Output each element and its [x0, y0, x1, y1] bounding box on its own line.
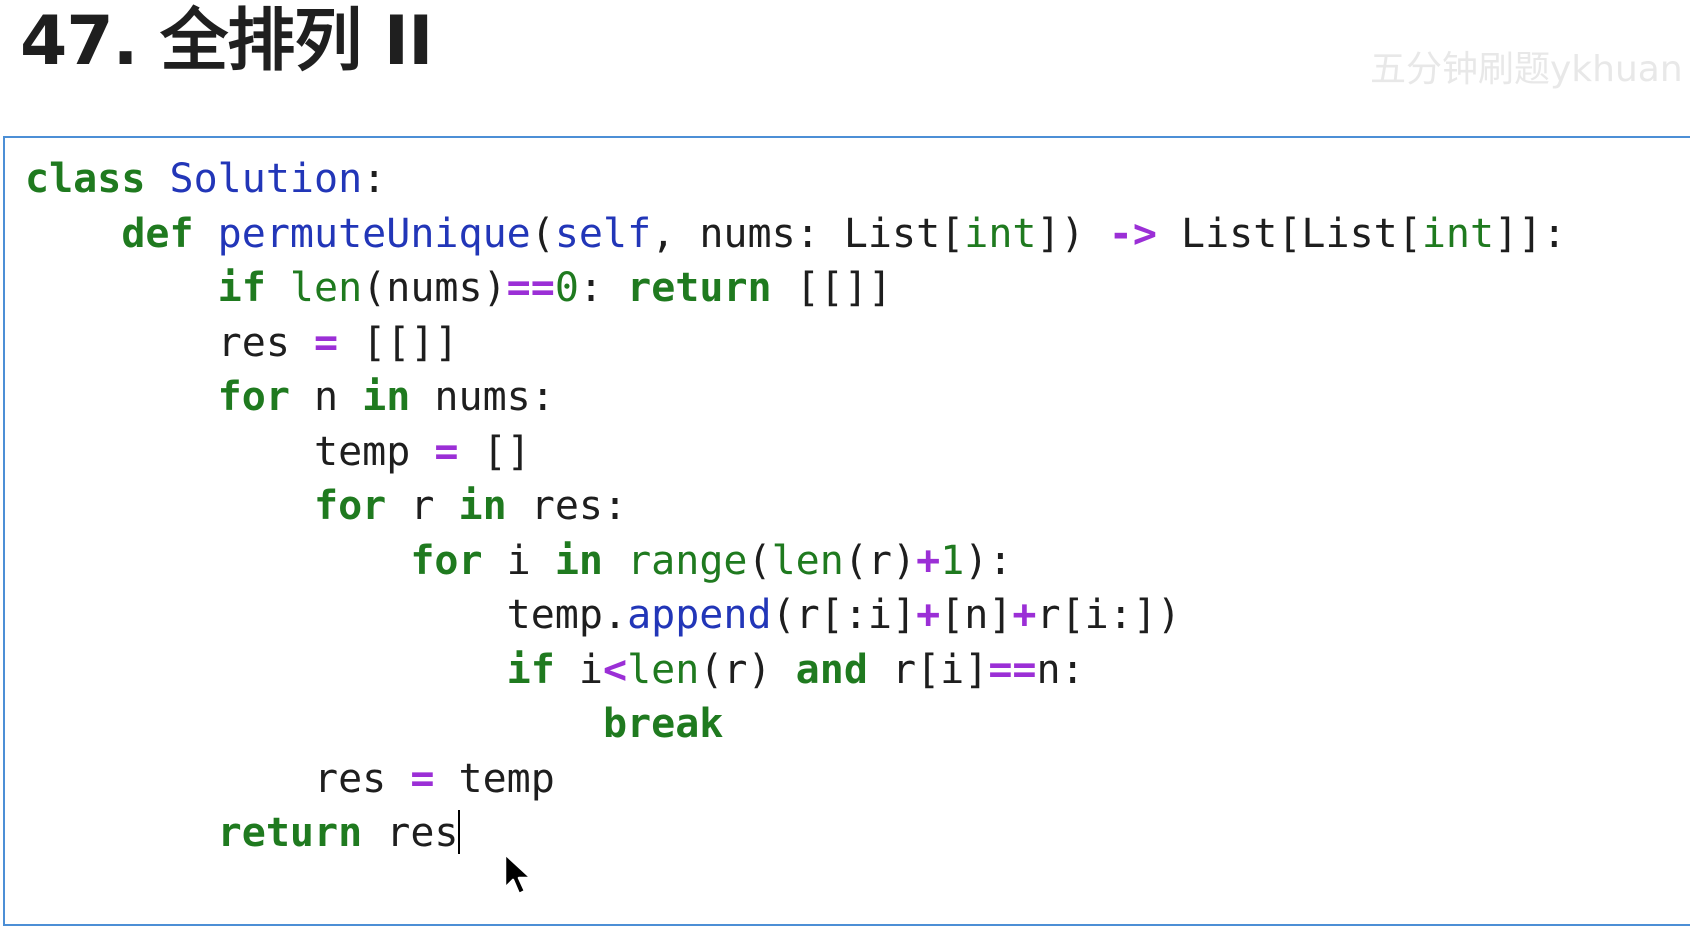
code-token: List[List[ [1156, 210, 1422, 257]
code-token: temp. [25, 592, 628, 638]
code-token: i [554, 646, 603, 693]
code-token: (nums) [362, 265, 507, 311]
code-line[interactable]: break [25, 697, 1566, 752]
code-token: def [121, 210, 194, 257]
code-line[interactable]: res = temp [25, 752, 1566, 807]
page-title: 47. 全排列 II [20, 2, 433, 81]
code-line[interactable]: temp = [] [25, 425, 1566, 480]
code-token: len [771, 537, 844, 584]
code-line[interactable]: return res [25, 806, 1566, 861]
code-line[interactable]: for n in nums: [25, 370, 1566, 425]
code-token: , nums: List[ [651, 210, 965, 257]
code-line[interactable]: if i<len(r) and r[i]==n: [25, 643, 1566, 698]
code-token: + [1012, 592, 1037, 638]
code-token: int [964, 210, 1037, 257]
code-token: Solution [169, 156, 363, 202]
code-token: == [506, 265, 555, 311]
code-token: if [217, 265, 266, 311]
code-token: in [458, 483, 507, 529]
code-token: in [554, 537, 603, 584]
code-token: = [410, 755, 435, 802]
code-token: == [988, 646, 1037, 693]
code-area[interactable]: class Solution: def permuteUnique(self, … [25, 152, 1566, 861]
code-token: n [289, 374, 363, 420]
code-line[interactable]: for r in res: [25, 479, 1566, 534]
code-token: [] [458, 428, 531, 475]
code-token: ]]: [1494, 210, 1567, 257]
code-token: + [916, 592, 941, 638]
code-token: -> [1108, 210, 1157, 257]
code-token: r [386, 483, 459, 529]
code-token: = [313, 319, 339, 366]
code-token: append [627, 592, 772, 638]
code-token: res [362, 810, 459, 856]
code-token: class [25, 156, 146, 202]
code-line[interactable]: temp.append(r[:i]+[n]+r[i:]) [25, 588, 1566, 643]
code-token: [[]] [338, 319, 459, 366]
code-line[interactable]: def permuteUnique(self, nums: List[int])… [25, 207, 1566, 262]
code-line[interactable]: if len(nums)==0: return [[]] [25, 261, 1566, 316]
code-token: n: [1036, 646, 1085, 693]
code-token: : [578, 265, 628, 311]
code-token: 0 [554, 265, 579, 311]
code-token: temp [25, 428, 435, 475]
code-token: return [217, 810, 363, 856]
code-token: (r[:i] [771, 592, 917, 638]
code-token: temp [434, 755, 555, 802]
code-line[interactable]: class Solution: [25, 152, 1566, 207]
code-token: ]) [1036, 210, 1109, 257]
code-token: len [289, 265, 363, 311]
code-token: for [313, 483, 387, 529]
code-token: (r) [699, 646, 796, 693]
mouse-pointer-arrow-icon [503, 852, 533, 896]
code-token: [n] [940, 592, 1013, 638]
code-token: res: [506, 483, 628, 529]
code-token: : [362, 156, 387, 202]
code-token: (r) [843, 537, 917, 584]
code-token: ( [530, 210, 555, 257]
code-line[interactable]: for i in range(len(r)+1): [25, 534, 1566, 589]
code-token: and [795, 646, 868, 693]
code-token: len [627, 646, 700, 693]
code-token: range [627, 537, 748, 584]
code-token: for [217, 374, 290, 420]
code-token: res [25, 755, 411, 802]
code-token: [[]] [771, 265, 893, 311]
code-token: 1 [940, 537, 965, 584]
code-editor[interactable]: class Solution: def permuteUnique(self, … [3, 136, 1690, 926]
code-token: = [434, 428, 459, 475]
watermark: 五分钟刷题ykhuan [1370, 49, 1683, 90]
code-token: r[i:]) [1036, 592, 1182, 638]
code-token: permuteUnique [217, 210, 531, 257]
code-token: for [410, 537, 483, 584]
code-token: ): [964, 537, 1013, 584]
code-token: < [602, 646, 628, 693]
code-token: nums: [410, 374, 555, 420]
code-token: r[i] [867, 646, 989, 693]
code-token: res [25, 319, 314, 366]
code-line[interactable]: res = [[]] [25, 316, 1566, 371]
code-token: ( [747, 537, 772, 584]
code-token: break [602, 701, 724, 747]
code-token: i [482, 537, 555, 584]
code-token: if [506, 646, 555, 693]
code-token: + [916, 537, 941, 584]
text-caret [458, 810, 461, 854]
code-token: self [554, 210, 652, 257]
code-token: return [627, 265, 772, 311]
code-token: in [362, 374, 411, 420]
code-token: int [1421, 210, 1495, 257]
